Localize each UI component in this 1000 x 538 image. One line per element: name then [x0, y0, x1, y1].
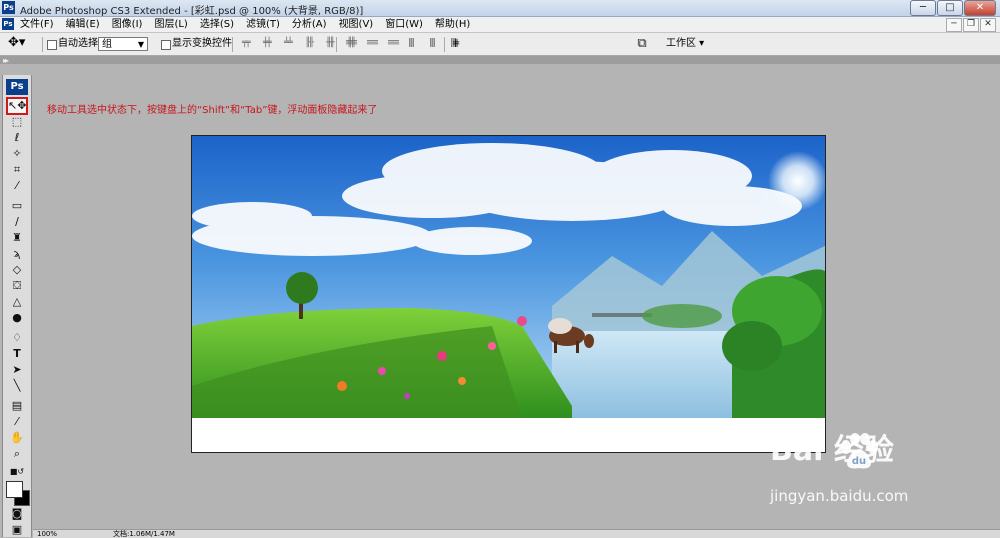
eyedropper-3d-tool-icon[interactable]: ⁄	[8, 415, 26, 429]
menu-layer[interactable]: 图层(L)	[154, 18, 187, 31]
notes-tool-icon[interactable]: ▤	[8, 399, 26, 413]
menu-edit[interactable]: 编辑(E)	[66, 18, 100, 31]
instruction-text: 移动工具选中状态下，按键盘上的“Shift”和“Tab”键，浮动面板隐藏起来了	[47, 105, 378, 116]
distribute-bottom-icon[interactable]: ≡≡	[387, 38, 402, 49]
foreground-color-swatch[interactable]	[6, 481, 23, 498]
type-tool-icon[interactable]: T	[8, 347, 26, 361]
move-tool-icon[interactable]: ↖✥	[6, 97, 28, 115]
history-brush-tool-icon[interactable]: ϡ	[8, 247, 26, 261]
swap-colors-icon[interactable]: ■↺	[8, 465, 26, 479]
eraser-tool-icon[interactable]: ◇	[8, 263, 26, 277]
distribute-buttons: ≡≡ ≡≡ ≡≡ ‖‖ ‖‖ ‖‖	[345, 38, 465, 49]
separator	[232, 37, 233, 52]
paint-bucket-tool-icon[interactable]: ⛋	[8, 279, 26, 293]
auto-select-value: 组	[102, 39, 112, 50]
blur-tool-icon[interactable]: △	[8, 295, 26, 309]
screen-mode-icon[interactable]: ▣	[8, 523, 26, 537]
doc-minimize-button[interactable]: ─	[946, 18, 962, 32]
healing-brush-tool-icon[interactable]: ▭	[8, 199, 26, 213]
eyedropper-tool-icon[interactable]: ⁄	[8, 179, 26, 193]
menu-view[interactable]: 视图(V)	[339, 18, 374, 31]
marquee-tool-icon[interactable]: ⬚	[8, 115, 26, 129]
hand-tool-icon[interactable]: ✋	[8, 431, 26, 445]
crop-tool-icon[interactable]: ⌗	[8, 163, 26, 177]
panel-dock-strip	[0, 56, 1000, 64]
separator	[336, 37, 337, 52]
minimize-button[interactable]: ─	[910, 0, 936, 16]
expand-panels-icon[interactable]: ▸▸	[3, 56, 9, 65]
magic-wand-tool-icon[interactable]: ✧	[8, 147, 26, 161]
chevron-down-icon: ▼	[137, 40, 144, 49]
pen-tool-icon[interactable]: ♢	[8, 331, 26, 345]
auto-select-checkbox[interactable]	[47, 40, 57, 50]
separator	[444, 37, 445, 52]
window-title: Adobe Photoshop CS3 Extended - [彩虹.psd @…	[20, 6, 364, 17]
document-icon[interactable]: Ps	[2, 18, 14, 30]
clone-stamp-tool-icon[interactable]: ♜	[8, 231, 26, 245]
show-transform-checkbox[interactable]	[161, 40, 171, 50]
menu-window[interactable]: 窗口(W)	[385, 18, 423, 31]
align-bottom-icon[interactable]: ╧╧	[284, 38, 299, 49]
landscape-illustration	[192, 136, 825, 418]
title-bar: Ps Adobe Photoshop CS3 Extended - [彩虹.ps…	[0, 0, 1000, 17]
menu-select[interactable]: 选择(S)	[200, 18, 234, 31]
options-bar: ✥▾ 自动选择: 组 ▼ 显示变换控件 ╤╤ ╪╪ ╧╧ ╟╟ ╫╫ ╢╢ ≡≡…	[0, 33, 1000, 56]
quick-mask-icon[interactable]: ◙	[8, 507, 26, 521]
landscape-image	[192, 136, 825, 418]
watermark-url: jingyan.baidu.com	[770, 487, 909, 505]
doc-restore-button[interactable]: ❐	[963, 18, 979, 32]
brush-tool-icon[interactable]: ∕	[8, 215, 26, 229]
toolbox: Ps ↖✥ ⬚ ℓ ✧ ⌗ ⁄ ▭ ∕ ♜ ϡ ◇ ⛋ △ ● ♢ T ➤ ╲ …	[2, 75, 32, 537]
show-transform-label: 显示变换控件	[172, 38, 232, 49]
lasso-tool-icon[interactable]: ℓ	[8, 131, 26, 145]
align-buttons: ╤╤ ╪╪ ╧╧ ╟╟ ╫╫ ╢╢	[242, 38, 362, 49]
align-top-icon[interactable]: ╤╤	[242, 38, 257, 49]
auto-select-label: 自动选择:	[58, 38, 102, 49]
auto-select-dropdown[interactable]: 组 ▼	[98, 37, 148, 51]
move-tool-preset-icon[interactable]: ✥▾	[8, 36, 25, 50]
menu-analysis[interactable]: 分析(A)	[292, 18, 327, 31]
zoom-tool-icon[interactable]: ⌕	[8, 447, 26, 461]
distribute-hcenter-icon[interactable]: ‖‖	[429, 38, 444, 49]
svg-text:du: du	[852, 456, 866, 467]
align-hcenter-icon[interactable]: ╫╫	[326, 38, 341, 49]
auto-align-icon[interactable]: ⋕	[452, 37, 460, 51]
close-button[interactable]: ✕	[964, 0, 996, 16]
photoshop-app-icon: Ps	[2, 1, 15, 14]
menu-items: 文件(F) 编辑(E) 图像(I) 图层(L) 选择(S) 滤镜(T) 分析(A…	[20, 18, 470, 31]
maximize-button[interactable]: □	[937, 0, 963, 16]
menu-filter[interactable]: 滤镜(T)	[246, 18, 280, 31]
workspace-button[interactable]: 工作区 ▾	[666, 37, 704, 51]
distribute-top-icon[interactable]: ≡≡	[345, 38, 360, 49]
toolbox-logo: Ps	[6, 79, 28, 95]
menu-file[interactable]: 文件(F)	[20, 18, 54, 31]
camera-panel-icon[interactable]: ⧉	[630, 36, 654, 52]
separator	[42, 37, 43, 52]
distribute-left-icon[interactable]: ‖‖	[408, 38, 423, 49]
menu-help[interactable]: 帮助(H)	[435, 18, 470, 31]
document-canvas[interactable]	[191, 135, 826, 453]
menu-image[interactable]: 图像(I)	[112, 18, 143, 31]
menu-bar: Ps 文件(F) 编辑(E) 图像(I) 图层(L) 选择(S) 滤镜(T) 分…	[0, 17, 1000, 33]
distribute-vcenter-icon[interactable]: ≡≡	[366, 38, 381, 49]
align-left-icon[interactable]: ╟╟	[305, 38, 320, 49]
path-selection-tool-icon[interactable]: ➤	[8, 363, 26, 377]
align-vcenter-icon[interactable]: ╪╪	[263, 38, 278, 49]
dodge-tool-icon[interactable]: ●	[8, 311, 26, 325]
line-tool-icon[interactable]: ╲	[8, 379, 26, 393]
doc-close-button[interactable]: ✕	[980, 18, 996, 32]
paw-logo-icon: du	[841, 433, 878, 469]
